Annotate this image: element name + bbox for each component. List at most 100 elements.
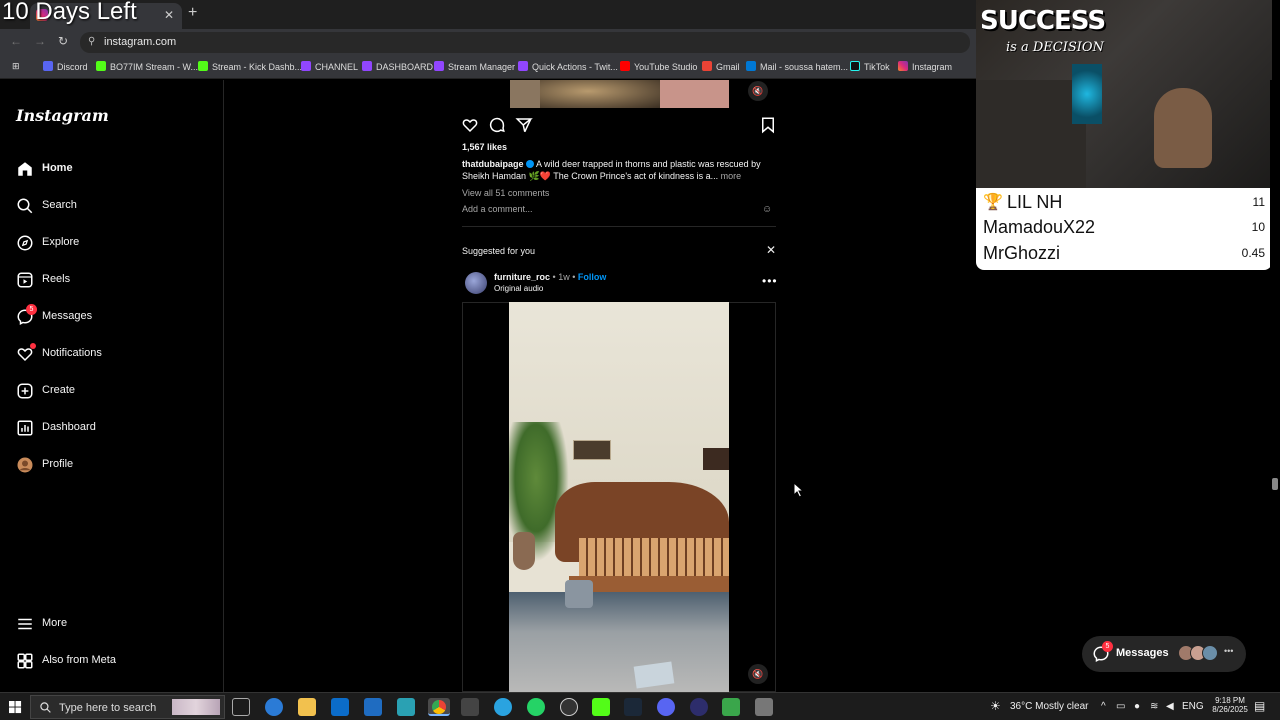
kick-app-icon[interactable] [722, 698, 740, 716]
kick-icon[interactable] [592, 698, 610, 716]
weather-icon[interactable]: ☀ [990, 699, 1001, 713]
search-highlight-image [172, 699, 220, 715]
post-likes-count[interactable]: 1,567 likes [462, 142, 507, 152]
discord-icon[interactable] [657, 698, 675, 716]
suggested-avatar[interactable] [465, 272, 487, 294]
post-media-video[interactable] [509, 302, 729, 692]
right-empty-area [976, 270, 1280, 692]
show-hidden-icons-icon[interactable]: ^ [1101, 701, 1106, 712]
close-suggested-icon[interactable]: ✕ [766, 243, 776, 257]
post-author[interactable]: thatdubaipage [462, 159, 524, 169]
bookmark-instagram[interactable]: Instagram [898, 61, 952, 72]
app-icon[interactable] [755, 698, 773, 716]
meta-grid-icon [17, 653, 33, 669]
sidebar-item-dashboard[interactable]: Dashboard [16, 417, 206, 441]
mute-icon[interactable]: 🔇 [748, 81, 768, 101]
bookmark-bo77im-stream[interactable]: BO77IM Stream - W... [96, 61, 198, 72]
sidebar-item-explore[interactable]: Explore [16, 232, 206, 256]
instagram-feed[interactable]: 🔇 1,567 likes thatdubaipage A wild deer … [224, 80, 976, 692]
bookmark-channel[interactable]: CHANNEL [301, 61, 358, 72]
file-explorer-icon[interactable] [298, 698, 316, 716]
bookmark-quick-actions[interactable]: Quick Actions - Twit... [518, 61, 618, 72]
reload-icon[interactable]: ↻ [58, 34, 68, 48]
leader-name: MamadouX22 [983, 217, 1096, 237]
task-view-icon[interactable] [232, 698, 250, 716]
network-icon[interactable]: ▭ [1116, 701, 1125, 712]
steam-icon[interactable] [624, 698, 642, 716]
instagram-logo[interactable]: Instagram [16, 106, 109, 125]
bookmark-kick-dashboard[interactable]: Stream - Kick Dashb... [198, 61, 302, 72]
taskbar-search-box[interactable]: Type here to search [30, 695, 225, 719]
bookmark-gmail[interactable]: Gmail [702, 61, 740, 72]
bookmark-dashboard[interactable]: DASHBOARD [362, 61, 433, 72]
emoji-icon[interactable]: ☺ [762, 204, 772, 215]
weather-text[interactable]: 36°C Mostly clear [1010, 701, 1088, 712]
avatar-icon [17, 457, 33, 473]
sidebar-item-reels[interactable]: Reels [16, 269, 206, 293]
close-tab-icon[interactable]: ✕ [164, 8, 174, 22]
sidebar-item-notifications[interactable]: Notifications [16, 343, 206, 367]
windows-start-icon[interactable] [9, 701, 22, 714]
sidebar-item-also-from-meta[interactable]: Also from Meta [16, 650, 206, 674]
bookmark-tiktok[interactable]: TikTok [850, 61, 890, 72]
apps-grid-icon[interactable]: ⊞ [12, 61, 20, 72]
avatar [1202, 645, 1218, 661]
days-left-overlay: 10 Days Left [2, 0, 137, 25]
sidebar-item-label: Explore [42, 236, 80, 248]
outlook-icon[interactable] [364, 698, 382, 716]
clock[interactable]: 9:18 PM 8/26/2025 [1210, 696, 1250, 714]
bookmark-mail[interactable]: Mail - soussa hatem... [746, 61, 848, 72]
forward-arrow-icon[interactable]: → [34, 34, 46, 48]
telegram-icon[interactable] [494, 698, 512, 716]
bookmark-youtube-studio[interactable]: YouTube Studio [620, 61, 697, 72]
url-field[interactable]: ⚲ instagram.com [80, 32, 970, 53]
app-icon[interactable] [397, 698, 415, 716]
clock-date: 8/26/2025 [1212, 705, 1248, 714]
messages-pill-button[interactable]: 5 Messages ••• [1082, 636, 1246, 672]
edge-browser-icon[interactable] [265, 698, 283, 716]
sidebar-item-label: Search [42, 199, 77, 211]
back-arrow-icon[interactable]: ← [10, 34, 22, 48]
chrome-icon[interactable] [428, 698, 450, 716]
original-audio-link[interactable]: Original audio [494, 284, 543, 293]
leader-name: LIL NH [1007, 192, 1063, 212]
notification-center-icon[interactable]: ▤ [1254, 699, 1265, 713]
post-time: 1w [558, 272, 570, 282]
comment-icon[interactable] [488, 116, 506, 134]
app-circle-icon[interactable] [690, 698, 708, 716]
suggested-author[interactable]: furniture_roc [494, 272, 550, 282]
sidebar-item-more[interactable]: More [16, 613, 206, 637]
whatsapp-icon[interactable] [527, 698, 545, 716]
add-comment-input[interactable]: Add a comment... [462, 204, 772, 214]
volume-icon[interactable]: ◀ [1166, 701, 1174, 712]
sidebar-item-search[interactable]: Search [16, 195, 206, 219]
store-icon[interactable] [331, 698, 349, 716]
page-scrollbar[interactable] [1270, 80, 1280, 692]
language-indicator[interactable]: ENG [1182, 701, 1204, 712]
instagram-sidebar: Instagram Home Search Explore Reels 5 Me… [0, 80, 224, 692]
obs-icon[interactable] [560, 698, 578, 716]
bookmark-discord[interactable]: Discord [43, 61, 88, 72]
post-media-video[interactable] [510, 80, 729, 108]
sidebar-item-profile[interactable]: Profile [16, 454, 206, 478]
sidebar-item-home[interactable]: Home [16, 158, 206, 182]
sidebar-item-create[interactable]: Create [16, 380, 206, 404]
like-heart-icon[interactable] [461, 116, 479, 134]
terminal-icon[interactable] [461, 698, 479, 716]
scrollbar-thumb[interactable] [1272, 478, 1278, 490]
plus-square-icon [17, 383, 33, 399]
more-options-icon[interactable]: ••• [762, 274, 778, 288]
share-send-icon[interactable] [515, 116, 533, 134]
new-tab-icon[interactable]: + [188, 4, 197, 22]
save-bookmark-icon[interactable] [759, 116, 777, 134]
view-comments-link[interactable]: View all 51 comments [462, 188, 549, 198]
caption-more-link[interactable]: more [721, 171, 742, 181]
wifi-icon[interactable]: ≋ [1150, 701, 1158, 712]
search-icon [17, 198, 33, 214]
sidebar-item-messages[interactable]: 5 Messages [16, 304, 206, 330]
follow-button[interactable]: Follow [578, 272, 607, 282]
site-info-icon[interactable]: ⚲ [88, 36, 95, 47]
microphone-icon[interactable]: ● [1134, 701, 1140, 712]
mute-icon[interactable]: 🔇 [748, 664, 768, 684]
bookmark-stream-manager[interactable]: Stream Manager [434, 61, 515, 72]
